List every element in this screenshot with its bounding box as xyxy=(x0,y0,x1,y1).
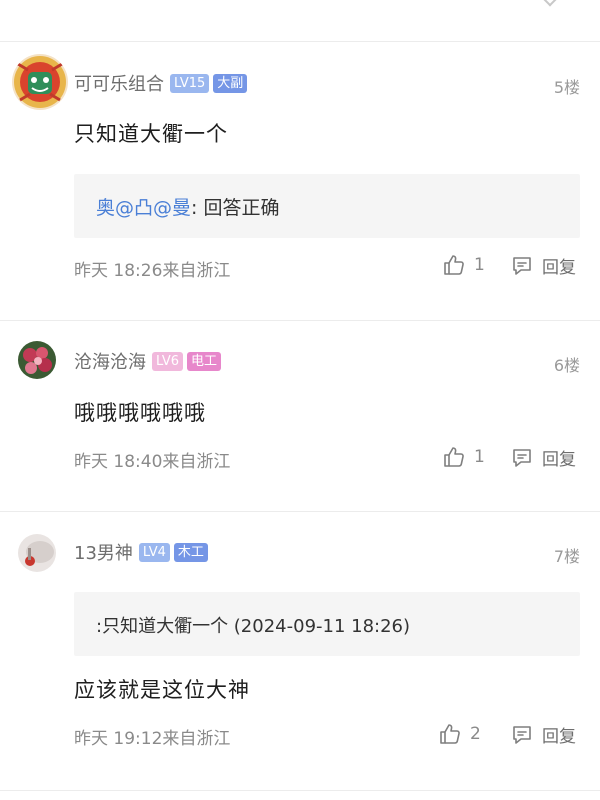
quoted-reply: 奥@凸@曼: 回答正确 xyxy=(96,193,279,220)
avatar-image xyxy=(18,341,56,379)
reply-label: 回复 xyxy=(542,258,576,278)
quoted-reply-box[interactable]: :只知道大衢一个 (2024-09-11 18:26) xyxy=(74,592,580,656)
title-badge: 木工 xyxy=(173,542,208,562)
thumbs-up-icon xyxy=(440,724,460,744)
comment-icon xyxy=(513,725,531,744)
divider xyxy=(0,790,600,791)
comment-icon xyxy=(513,256,531,275)
user-info: 可可乐组合 LV15 大副 xyxy=(74,70,251,96)
reply-label: 回复 xyxy=(542,450,576,470)
timestamp-location: 昨天 19:12来自浙江 xyxy=(74,729,231,749)
user-info: 沧海沧海 LV6 电工 xyxy=(74,348,225,374)
reply-button[interactable]: 回复 xyxy=(510,445,576,470)
avatar[interactable] xyxy=(12,54,68,110)
level-badge: LV15 xyxy=(170,73,210,93)
comment-floor-5: 可可乐组合 LV15 大副 5楼 只知道大衢一个 奥@凸@曼: 回答正确 昨天 … xyxy=(0,42,600,320)
comment-text: 只知道大衢一个 xyxy=(74,122,228,146)
like-button[interactable]: 1 xyxy=(442,445,485,469)
reply-label: 回复 xyxy=(542,727,576,747)
username[interactable]: 13男神 xyxy=(74,539,133,565)
title-badge: 大副 xyxy=(213,73,248,93)
username[interactable]: 沧海沧海 xyxy=(74,348,146,374)
reply-button[interactable]: 回复 xyxy=(510,722,576,747)
chevron-icon xyxy=(541,0,559,7)
like-count: 1 xyxy=(474,447,485,467)
comment-floor-6: 沧海沧海 LV6 电工 6楼 哦哦哦哦哦哦 昨天 18:40来自浙江 1 回复 xyxy=(0,321,600,511)
avatar[interactable] xyxy=(18,534,56,572)
username[interactable]: 可可乐组合 xyxy=(74,70,164,96)
comment-text: 应该就是这位大神 xyxy=(74,678,250,702)
comment-icon xyxy=(513,448,531,467)
reply-button[interactable]: 回复 xyxy=(510,253,576,278)
like-count: 1 xyxy=(474,255,485,275)
quoted-reply: :只知道大衢一个 (2024-09-11 18:26) xyxy=(96,616,411,637)
thumbs-up-icon xyxy=(444,255,464,275)
floor-number: 5楼 xyxy=(553,78,580,97)
quote-colon: : xyxy=(191,197,204,219)
quoted-reply-box[interactable]: 奥@凸@曼: 回答正确 xyxy=(74,174,580,238)
floor-number: 6楼 xyxy=(553,356,580,375)
timestamp-location: 昨天 18:40来自浙江 xyxy=(74,452,231,472)
comment-floor-7: 13男神 LV4 木工 7楼 :只知道大衢一个 (2024-09-11 18:2… xyxy=(0,512,600,800)
avatar-image xyxy=(12,54,68,110)
like-button[interactable]: 2 xyxy=(438,722,481,746)
quote-text: 回答正确 xyxy=(203,197,280,219)
floor-number: 7楼 xyxy=(553,547,580,566)
avatar[interactable] xyxy=(18,341,56,379)
like-count: 2 xyxy=(470,724,481,744)
user-info: 13男神 LV4 木工 xyxy=(74,539,212,565)
title-badge: 电工 xyxy=(186,351,221,371)
previous-post-tail xyxy=(0,0,600,42)
mention-link[interactable]: 奥@凸@曼 xyxy=(96,197,191,219)
avatar-image xyxy=(18,534,56,572)
level-badge: LV6 xyxy=(152,351,183,371)
level-badge: LV4 xyxy=(138,542,170,562)
comment-text: 哦哦哦哦哦哦 xyxy=(74,401,206,425)
like-button[interactable]: 1 xyxy=(442,253,485,277)
thumbs-up-icon xyxy=(444,447,464,467)
timestamp-location: 昨天 18:26来自浙江 xyxy=(74,261,231,281)
